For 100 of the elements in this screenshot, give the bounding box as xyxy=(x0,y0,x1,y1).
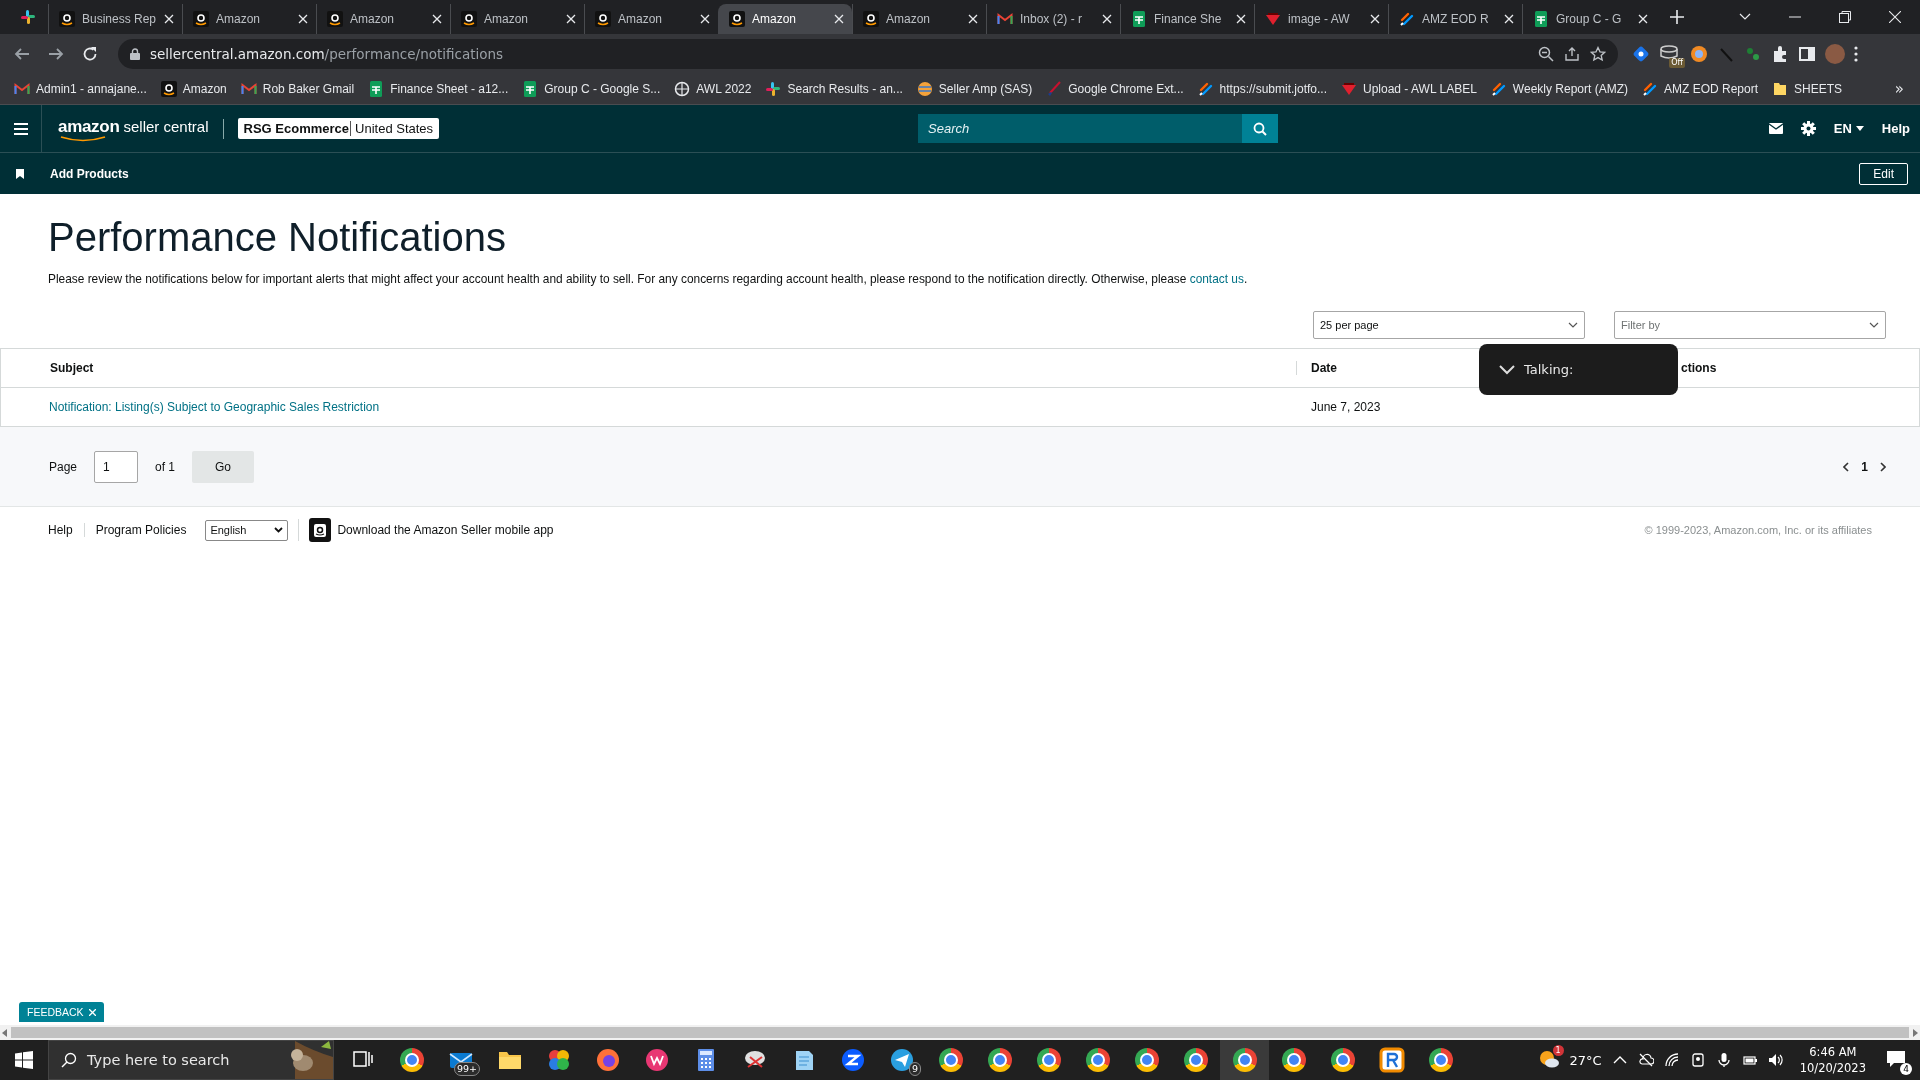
extension-icon[interactable] xyxy=(1659,44,1679,60)
start-icon[interactable] xyxy=(15,1051,33,1069)
close-icon[interactable] xyxy=(700,14,710,24)
close-icon[interactable] xyxy=(566,14,576,24)
bookmark[interactable]: Weekly Report (AMZ) xyxy=(1484,78,1634,100)
bookmark[interactable]: SHEETS xyxy=(1766,78,1849,100)
language-menu[interactable]: EN xyxy=(1833,121,1864,136)
per-page-select[interactable]: 25 per page xyxy=(1313,311,1585,339)
restore-icon[interactable] xyxy=(1839,11,1851,23)
search-button[interactable] xyxy=(1242,114,1279,143)
close-icon[interactable] xyxy=(1889,11,1901,23)
go-button[interactable]: Go xyxy=(192,450,255,483)
app-icon xyxy=(594,1047,621,1073)
bookmark[interactable]: Finance Sheet - a12... xyxy=(362,78,515,100)
footer-link[interactable]: Help xyxy=(48,523,84,537)
close-icon[interactable] xyxy=(1236,14,1246,24)
notification-count: 4 xyxy=(1900,1062,1912,1075)
menu-icon[interactable] xyxy=(1854,46,1858,62)
stripes-icon xyxy=(1642,81,1658,97)
camera-icon[interactable] xyxy=(1689,1052,1706,1068)
scrollbar[interactable] xyxy=(0,1025,1920,1040)
nav-link[interactable]: Add Products xyxy=(50,166,129,181)
edit-button[interactable]: Edit xyxy=(1859,162,1908,185)
seller-central-logo[interactable]: amazon seller central xyxy=(58,117,209,140)
forward-icon[interactable] xyxy=(48,46,64,62)
help-link[interactable]: Help xyxy=(1881,121,1910,136)
date-text: 10/20/2023 xyxy=(1799,1060,1866,1076)
column-header: ctions xyxy=(1680,361,1717,375)
microphone-icon[interactable] xyxy=(1715,1052,1732,1068)
clock[interactable]: 6:46 AM 10/20/2023 xyxy=(1799,1044,1866,1076)
bookmark[interactable]: Seller Amp (SAS) xyxy=(910,78,1039,100)
reload-icon[interactable] xyxy=(82,46,98,62)
scroll-right-icon[interactable] xyxy=(1913,1028,1918,1037)
menu-icon[interactable] xyxy=(13,122,28,135)
taskbar-button[interactable]: 99+ xyxy=(436,1040,485,1080)
previous-page-icon[interactable] xyxy=(1843,461,1850,472)
weather-icon[interactable] xyxy=(1537,1048,1560,1069)
taskbar-button[interactable]: 9 xyxy=(877,1040,926,1080)
close-icon[interactable] xyxy=(968,14,978,24)
browser-tab[interactable]: Amazon xyxy=(718,4,852,34)
current-page[interactable]: 1 xyxy=(1861,459,1868,474)
bookmark[interactable]: AMZ EOD Report xyxy=(1636,78,1764,100)
close-icon[interactable] xyxy=(298,14,308,24)
store-switcher[interactable]: RSG Ecommerce United States xyxy=(237,118,440,139)
new-tab-icon[interactable] xyxy=(1670,10,1684,24)
taskbar-search[interactable]: Type here to search xyxy=(48,1040,334,1080)
bookmark[interactable]: AWL 2022 xyxy=(668,78,758,100)
more-bookmarks-button[interactable]: » xyxy=(1886,80,1912,98)
scroll-left-icon[interactable] xyxy=(2,1028,7,1037)
feedback-button[interactable]: FEEDBACK xyxy=(19,1002,104,1022)
bookmark[interactable]: https://submit.jotfo... xyxy=(1191,78,1333,100)
close-icon[interactable] xyxy=(1102,14,1112,24)
search-field[interactable]: Search xyxy=(918,114,1243,143)
mail-icon[interactable] xyxy=(1768,123,1783,134)
address-bar[interactable]: sellercentral.amazon.com/performance/notifications xyxy=(118,39,1618,69)
page-number-field[interactable]: 1 xyxy=(94,450,139,483)
star-icon[interactable] xyxy=(1590,46,1606,62)
column-header: Subject xyxy=(49,361,95,375)
extension-icon[interactable] xyxy=(1690,45,1708,63)
triangle-icon xyxy=(1341,81,1357,97)
mail-icon xyxy=(240,81,257,97)
bookmark[interactable]: Search Results - an... xyxy=(759,78,909,100)
puzzle-icon[interactable] xyxy=(1771,45,1789,63)
bookmark[interactable]: Upload - AWL LABEL xyxy=(1335,78,1483,100)
chevron-down-icon[interactable] xyxy=(1739,13,1751,21)
side-panel-icon[interactable] xyxy=(1798,45,1816,63)
close-icon[interactable] xyxy=(1638,14,1648,24)
site-icon xyxy=(729,11,745,27)
notification-link[interactable]: Notification: Listing(s) Subject to Geographic Sales Restriction xyxy=(1,400,380,414)
bookmark-icon[interactable] xyxy=(16,168,24,179)
share-icon[interactable] xyxy=(1564,46,1580,62)
cloud-off-icon[interactable] xyxy=(1637,1052,1654,1068)
close-icon[interactable] xyxy=(1370,14,1380,24)
bookmark[interactable]: Google Chrome Ext... xyxy=(1040,78,1190,100)
bookmark[interactable]: Admin1 - annajane... xyxy=(8,78,153,100)
bookmark[interactable]: Rob Baker Gmail xyxy=(234,78,361,100)
site-icon xyxy=(193,11,209,27)
app-download-link[interactable]: Download the Amazon Seller mobile app xyxy=(337,523,554,537)
wifi-icon[interactable] xyxy=(1663,1052,1680,1068)
zoom-icon[interactable] xyxy=(1538,46,1554,62)
site-icon xyxy=(595,11,611,27)
bookmark[interactable]: Group C - Google S... xyxy=(516,78,667,100)
page-title: Performance Notifications xyxy=(48,214,507,260)
temperature[interactable]: 27°C xyxy=(1569,1052,1602,1068)
close-icon[interactable] xyxy=(432,14,442,24)
site-icon xyxy=(160,81,177,97)
close-icon[interactable] xyxy=(164,14,174,24)
language-select[interactable]: English xyxy=(205,519,289,541)
chevron-down-icon[interactable] xyxy=(1499,364,1515,375)
close-icon[interactable] xyxy=(834,14,844,24)
footer-link[interactable]: Program Policies xyxy=(83,523,198,537)
settings-icon[interactable] xyxy=(1800,121,1816,136)
volume-icon[interactable] xyxy=(1767,1052,1784,1068)
bookmark[interactable]: Amazon xyxy=(154,78,233,100)
next-page-icon[interactable] xyxy=(1880,461,1886,472)
contact-link[interactable]: contact us xyxy=(1189,272,1244,286)
back-icon[interactable] xyxy=(14,46,30,62)
close-icon[interactable] xyxy=(1504,14,1514,24)
taskbar-button[interactable] xyxy=(1220,1040,1269,1080)
filter-select[interactable]: Filter by xyxy=(1614,311,1886,339)
